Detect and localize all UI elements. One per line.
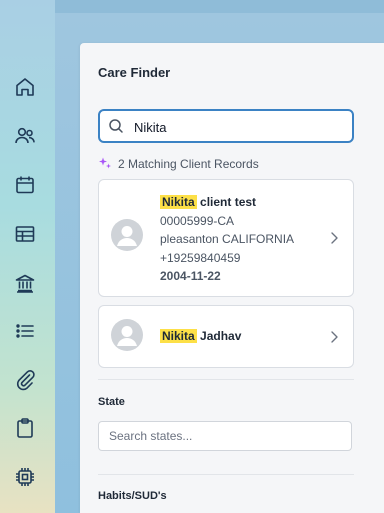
search-input[interactable] xyxy=(132,116,336,138)
client-location: pleasanton CALIFORNIA xyxy=(160,232,295,246)
state-search-input[interactable] xyxy=(98,421,352,451)
avatar xyxy=(111,319,143,351)
name-highlight: Nikita xyxy=(160,195,197,209)
match-count-text: 2 Matching Client Records xyxy=(118,157,259,171)
name-rest: Jadhav xyxy=(200,329,242,343)
client-name: Nikita Jadhav xyxy=(160,327,241,346)
care-finder-panel: Care Finder 2 Matching Client Records Ni… xyxy=(80,43,384,513)
name-rest: client test xyxy=(200,195,257,209)
search-box[interactable] xyxy=(98,109,354,143)
client-name: Nikita client test xyxy=(160,193,294,212)
client-id: 00005999-CA xyxy=(160,213,235,228)
bank-icon[interactable] xyxy=(13,271,37,295)
table-icon[interactable] xyxy=(13,222,37,246)
client-details: Nikita client test 00005999-CA pleasanto… xyxy=(160,193,294,286)
client-phone: +19259840459 xyxy=(160,250,241,265)
name-highlight: Nikita xyxy=(160,329,197,343)
divider xyxy=(98,474,354,475)
habits-label: Habits/SUD's xyxy=(98,490,167,502)
avatar xyxy=(111,219,143,251)
client-record-card[interactable]: Nikita client test 00005999-CA pleasanto… xyxy=(98,179,354,297)
chip-icon[interactable] xyxy=(13,465,37,489)
users-icon[interactable] xyxy=(13,124,37,148)
match-summary: 2 Matching Client Records xyxy=(98,156,259,171)
client-dob: 2004-11-22 xyxy=(160,269,221,283)
top-bar xyxy=(55,0,384,13)
paperclip-icon[interactable] xyxy=(13,368,37,392)
calendar-icon[interactable] xyxy=(13,173,37,197)
search-icon xyxy=(108,118,124,134)
chevron-right-icon xyxy=(329,231,339,245)
state-label: State xyxy=(98,396,125,408)
divider xyxy=(98,379,354,380)
chevron-right-icon xyxy=(329,330,339,344)
client-details: Nikita Jadhav xyxy=(160,327,241,346)
home-icon[interactable] xyxy=(13,75,37,99)
sparkle-icon xyxy=(98,156,112,170)
sidebar xyxy=(0,0,55,513)
list-icon[interactable] xyxy=(13,319,37,343)
page-title: Care Finder xyxy=(98,65,171,80)
clipboard-icon[interactable] xyxy=(13,416,37,440)
client-record-card[interactable]: Nikita Jadhav xyxy=(98,305,354,368)
